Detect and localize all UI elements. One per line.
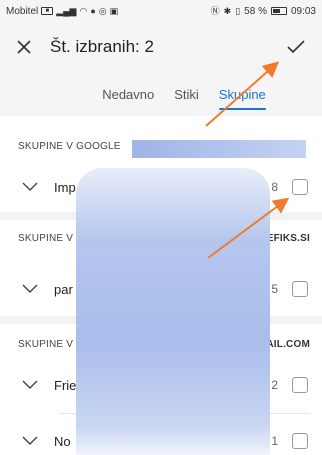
group-count: 2: [271, 378, 278, 392]
battery-icon: [270, 7, 287, 15]
group-checkbox[interactable]: [292, 179, 308, 195]
expand-button[interactable]: [10, 284, 50, 294]
wifi-icon: ◠: [79, 6, 88, 16]
chevron-down-icon: [22, 182, 38, 191]
group-name: par: [54, 281, 73, 297]
instagram-icon: ◎: [98, 6, 107, 16]
group-count: 1: [271, 434, 278, 448]
close-icon: [17, 40, 31, 54]
nfc-icon: Ⓝ: [210, 6, 220, 16]
group-checkbox[interactable]: [292, 377, 308, 393]
group-count: 8: [271, 180, 278, 194]
redaction-panel: [76, 168, 270, 455]
battery-percent: 58 %: [244, 5, 267, 17]
close-button[interactable]: [4, 27, 44, 67]
status-bar: Mobitel ■ ▂▄▆ ◠ ● ◎ ▣ Ⓝ ✱ ▯ 58 % 09:03: [0, 0, 322, 22]
account-name: EFIKS.SI: [266, 232, 310, 244]
group-name: Imp: [54, 179, 76, 195]
group-name: No: [54, 433, 71, 449]
group-name: Frie: [54, 377, 77, 393]
tab-groups[interactable]: Skupine: [218, 81, 266, 110]
vibrate-icon: ▯: [235, 6, 241, 16]
selection-header: Št. izbranih: 2: [0, 22, 322, 72]
check-icon: [287, 40, 305, 54]
redaction-bar: [132, 140, 306, 158]
expand-button[interactable]: [10, 182, 50, 192]
section-title: SKUPINE V: [18, 232, 74, 244]
section-title: SKUPINE V: [18, 338, 74, 350]
bluetooth-icon: ✱: [223, 6, 232, 16]
gallery-icon: ▣: [109, 6, 119, 16]
app-notification-icon: ●: [90, 6, 96, 16]
section-title: SKUPINE V GOOGLE: [18, 140, 121, 152]
tab-bar: Nedavno Stiki Skupine: [0, 72, 322, 116]
group-count: 5: [271, 282, 278, 296]
page-title: Št. izbranih: 2: [50, 37, 154, 56]
chevron-down-icon: [22, 380, 38, 389]
tab-contacts[interactable]: Stiki: [174, 81, 199, 108]
account-name: AIL.COM: [266, 338, 310, 350]
confirm-button[interactable]: [276, 27, 316, 67]
clock: 09:03: [290, 5, 316, 17]
expand-button[interactable]: [10, 436, 50, 446]
chevron-down-icon: [22, 436, 38, 445]
tab-recent[interactable]: Nedavno: [102, 81, 154, 108]
expand-button[interactable]: [10, 380, 50, 390]
carrier-label: Mobitel: [6, 5, 39, 17]
chevron-down-icon: [22, 284, 38, 293]
signal-icon: ▂▄▆: [56, 6, 77, 16]
group-checkbox[interactable]: [292, 281, 308, 297]
volte-icon: ■: [41, 7, 54, 15]
group-checkbox[interactable]: [292, 433, 308, 449]
